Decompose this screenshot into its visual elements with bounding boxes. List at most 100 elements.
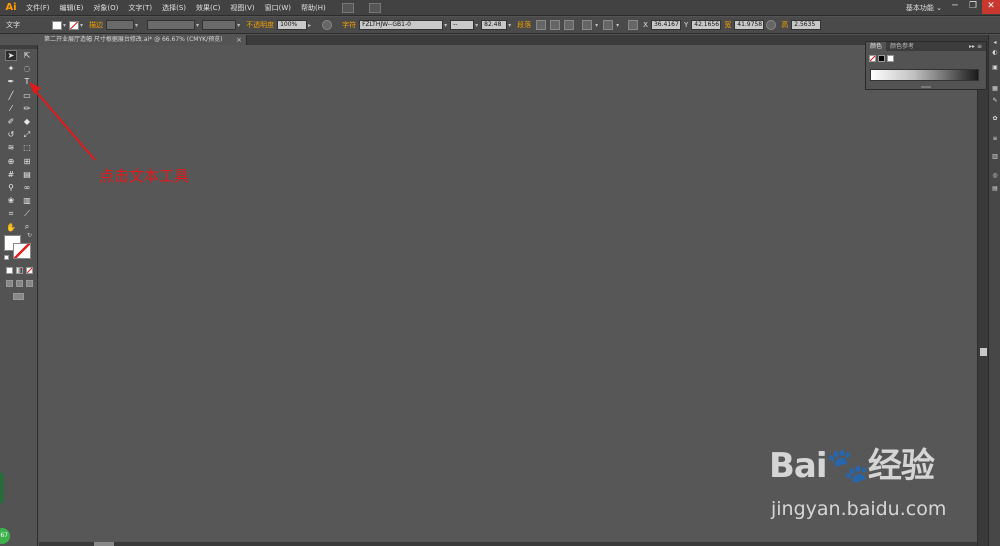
type-tool-icon[interactable]: T: [21, 76, 33, 87]
panel-menu-icon[interactable]: ▸▸ ≡: [969, 42, 982, 51]
screen-mode-icon[interactable]: [13, 293, 24, 300]
artboard-tool-icon[interactable]: ⌗: [5, 208, 17, 219]
black-swatch[interactable]: [878, 55, 885, 62]
warp-tool-icon[interactable]: ≋: [5, 142, 17, 153]
link-icon[interactable]: [766, 20, 777, 30]
menu-object[interactable]: 对象(O): [88, 0, 123, 16]
horizontal-scroll-thumb[interactable]: [94, 542, 114, 546]
blob-brush-tool-icon[interactable]: ✐: [5, 116, 17, 127]
tab-color-guide[interactable]: 颜色参考: [886, 42, 918, 51]
stroke-label[interactable]: 描边: [89, 20, 103, 30]
arrange-documents-button[interactable]: [368, 2, 381, 13]
align-objects-icon[interactable]: [603, 20, 614, 30]
close-button[interactable]: ✕: [982, 0, 1000, 14]
font-style-field[interactable]: --: [450, 20, 475, 30]
chevron-down-icon[interactable]: ▾: [475, 22, 478, 29]
layers-icon[interactable]: ▤: [991, 185, 999, 192]
align-center-icon[interactable]: [550, 20, 561, 30]
minimize-button[interactable]: ─: [946, 0, 964, 14]
blend-tool-icon[interactable]: ∞: [21, 182, 33, 193]
vertical-scroll-thumb[interactable]: [980, 348, 987, 356]
appearance-icon[interactable]: ◎: [991, 172, 999, 179]
opacity-label[interactable]: 不透明度: [246, 20, 274, 30]
document-tab[interactable]: 第二开业展厅造幅 尺寸根据展台修改.ai* @ 66.67% (CMYK/预览): [39, 35, 247, 45]
brushes-icon[interactable]: ✎: [991, 97, 999, 104]
align-right-icon[interactable]: [564, 20, 575, 30]
chevron-down-icon[interactable]: ▾: [616, 22, 619, 29]
draw-inside-icon[interactable]: [26, 280, 33, 287]
toolbox-header[interactable]: [0, 45, 37, 49]
rotate-tool-icon[interactable]: ↺: [5, 129, 17, 140]
color-spectrum-ramp[interactable]: [870, 69, 979, 81]
menu-file[interactable]: 文件(F): [21, 0, 55, 16]
stroke-swatch[interactable]: [69, 20, 80, 30]
none-swatch[interactable]: [869, 55, 876, 62]
variable-width-field[interactable]: [147, 20, 196, 30]
paragraph-label[interactable]: 段落: [517, 20, 531, 30]
symbol-sprayer-tool-icon[interactable]: ❀: [5, 195, 17, 206]
mesh-tool-icon[interactable]: #: [5, 169, 17, 180]
menu-select[interactable]: 选择(S): [157, 0, 191, 16]
magic-wand-tool-icon[interactable]: ✦: [5, 63, 17, 74]
chevron-down-icon[interactable]: ▾: [595, 22, 598, 29]
color-mode-icon[interactable]: [6, 267, 13, 274]
swap-colors-icon[interactable]: ↻: [27, 233, 32, 239]
symbols-icon[interactable]: ✿: [991, 115, 999, 122]
chevron-right-icon[interactable]: ▸: [308, 22, 311, 29]
column-graph-tool-icon[interactable]: ▥: [21, 195, 33, 206]
envelope-icon[interactable]: [582, 20, 593, 30]
chevron-down-icon[interactable]: ▾: [508, 22, 511, 29]
none-mode-icon[interactable]: [26, 267, 33, 274]
selection-tool-icon[interactable]: ➤: [5, 50, 17, 61]
height-field[interactable]: 2.5635: [791, 20, 822, 30]
workspace-switcher[interactable]: 基本功能 ⌄: [906, 0, 942, 16]
reference-point-icon[interactable]: [628, 20, 639, 30]
hand-tool-icon[interactable]: ✋: [5, 222, 17, 233]
character-label[interactable]: 字符: [342, 20, 356, 30]
gradient-panel-icon[interactable]: ▥: [991, 153, 999, 160]
align-left-icon[interactable]: [536, 20, 547, 30]
menu-effect[interactable]: 效果(C): [191, 0, 225, 16]
bridge-button[interactable]: [341, 2, 354, 13]
eyedropper-tool-icon[interactable]: ⚲: [5, 182, 17, 193]
zoom-tool-icon[interactable]: ⌕: [21, 222, 33, 233]
menu-edit[interactable]: 编辑(E): [55, 0, 89, 16]
pen-tool-icon[interactable]: ✒: [5, 76, 17, 87]
draw-normal-icon[interactable]: [6, 280, 13, 287]
swatches-icon[interactable]: ▦: [991, 85, 999, 92]
recolor-icon[interactable]: [322, 20, 333, 30]
chevron-down-icon[interactable]: ▾: [80, 22, 83, 29]
menu-window[interactable]: 窗口(W): [260, 0, 296, 16]
scale-tool-icon[interactable]: ⤢: [21, 129, 33, 140]
color-guide-icon[interactable]: ▣: [991, 64, 999, 71]
restore-button[interactable]: ❐: [964, 0, 982, 14]
menu-view[interactable]: 视图(V): [225, 0, 259, 16]
font-size-field[interactable]: 82.48: [481, 20, 508, 30]
color-panel-icon[interactable]: ◐: [991, 49, 999, 56]
vertical-scrollbar[interactable]: [977, 45, 988, 546]
font-family-field[interactable]: FZLTHJW--GB1-0: [359, 20, 444, 30]
white-swatch[interactable]: [887, 55, 894, 62]
menu-type[interactable]: 文字(T): [123, 0, 157, 16]
perspective-grid-tool-icon[interactable]: ⊞: [21, 156, 33, 167]
tab-color[interactable]: 颜色: [866, 42, 887, 51]
rectangle-tool-icon[interactable]: ▭: [21, 90, 33, 101]
default-colors-icon[interactable]: [4, 255, 9, 260]
lasso-tool-icon[interactable]: ◌: [21, 63, 33, 74]
shape-builder-tool-icon[interactable]: ⊕: [5, 156, 17, 167]
eraser-tool-icon[interactable]: ◆: [21, 116, 33, 127]
chevron-down-icon[interactable]: ▾: [135, 22, 138, 29]
stroke-icon[interactable]: ≡: [991, 135, 999, 142]
paintbrush-tool-icon[interactable]: ⁄: [5, 103, 17, 114]
panel-resize-grip[interactable]: [921, 86, 931, 88]
x-field[interactable]: 36.4167: [650, 20, 681, 30]
chevron-down-icon[interactable]: ▾: [196, 22, 199, 29]
draw-behind-icon[interactable]: [16, 280, 23, 287]
brush-field[interactable]: [202, 20, 237, 30]
opacity-field[interactable]: 100%: [277, 20, 308, 30]
pencil-tool-icon[interactable]: ✏: [21, 103, 33, 114]
menu-help[interactable]: 帮助(H): [296, 0, 331, 16]
stroke-weight-field[interactable]: [106, 20, 135, 30]
chevron-down-icon[interactable]: ▾: [63, 22, 66, 29]
direct-selection-tool-icon[interactable]: ⇱: [21, 50, 33, 61]
